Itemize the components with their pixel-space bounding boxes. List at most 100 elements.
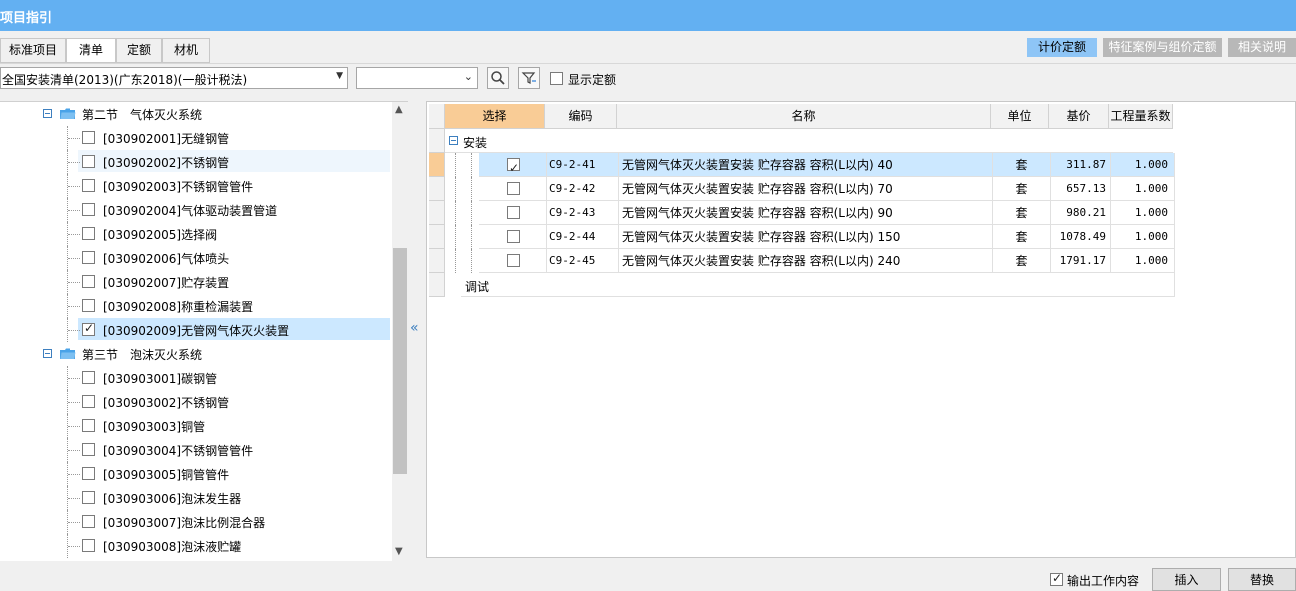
scrollbar-thumb[interactable] <box>393 248 407 474</box>
select-cell[interactable] <box>479 249 547 273</box>
replace-button[interactable]: 替换 <box>1228 568 1296 591</box>
tree-item-label: [030903004]不锈钢管管件 <box>103 444 254 458</box>
tree-item-checkbox[interactable] <box>82 515 95 528</box>
tree-line <box>68 450 80 451</box>
tab-standard-items[interactable]: 标准项目 <box>0 38 66 62</box>
col-header-coef[interactable]: 工程量系数 <box>1109 104 1173 129</box>
tree-item-label: [030902002]不锈钢管 <box>103 156 230 170</box>
output-work-checkbox[interactable] <box>1050 571 1063 586</box>
tree-item[interactable]: [030903005]铜管管件 <box>0 462 392 486</box>
tree-item[interactable]: [030903008]泡沫液贮罐 <box>0 534 392 558</box>
tree-item-checkbox[interactable] <box>82 467 95 480</box>
collapse-left-icon[interactable]: « <box>410 320 419 336</box>
tree-item[interactable]: [030902001]无缝钢管 <box>0 126 392 150</box>
tree-item-label: [030902008]称重检漏装置 <box>103 300 254 314</box>
col-header-select[interactable]: 选择 <box>445 104 545 129</box>
scroll-down-icon[interactable]: ▼ <box>395 546 403 557</box>
col-header-name[interactable]: 名称 <box>617 104 991 129</box>
tree-item-checkbox[interactable] <box>82 179 95 192</box>
tree-item-checkbox[interactable] <box>82 131 95 144</box>
show-quota-checkbox[interactable] <box>550 72 563 85</box>
filter-select[interactable]: ⌄ <box>356 67 478 89</box>
tree-item-checkbox[interactable] <box>82 251 95 264</box>
tree-item-checkbox[interactable] <box>82 491 95 504</box>
tree-item-checkbox[interactable] <box>82 443 95 456</box>
tree-item[interactable]: [030903002]不锈钢管 <box>0 390 392 414</box>
tab-quota[interactable]: 定额 <box>116 38 162 62</box>
tree-item-label: [030902007]贮存装置 <box>103 276 230 290</box>
price-cell: 980.21 <box>1051 201 1111 225</box>
collapse-icon[interactable] <box>43 349 52 358</box>
select-cell[interactable] <box>479 177 547 201</box>
tree-item[interactable]: [030903003]铜管 <box>0 414 392 438</box>
tree-item[interactable]: [030902004]气体驱动装置管道 <box>0 198 392 222</box>
tree-item[interactable]: [030903007]泡沫比例混合器 <box>0 510 392 534</box>
select-cell[interactable] <box>479 201 547 225</box>
tree-item-checkbox[interactable] <box>82 227 95 240</box>
tree-item[interactable]: [030902002]不锈钢管 <box>0 150 392 174</box>
scroll-up-icon[interactable]: ▲ <box>395 104 403 115</box>
tree-item[interactable]: [030902006]气体喷头 <box>0 246 392 270</box>
tree-item-label: [030903008]泡沫液贮罐 <box>103 540 242 554</box>
tree-line <box>68 162 80 163</box>
tree-item-checkbox[interactable] <box>82 395 95 408</box>
grid-row[interactable]: C9-2-44 无管网气体灭火装置安装 贮存容器 容积(L以内) 150 套 1078… <box>429 225 1175 249</box>
tree-item[interactable]: [030903004]不锈钢管管件 <box>0 438 392 462</box>
grid-row[interactable]: C9-2-42 无管网气体灭火装置安装 贮存容器 容积(L以内) 70 套 657.1… <box>429 177 1175 201</box>
tab-materials[interactable]: 材机 <box>162 38 210 62</box>
grid-row[interactable]: C9-2-43 无管网气体灭火装置安装 贮存容器 容积(L以内) 90 套 980.2… <box>429 201 1175 225</box>
tree-scrollbar[interactable]: ▲ ▼ <box>392 102 408 561</box>
grid-corner <box>429 104 445 129</box>
feature-case-button[interactable]: 特征案例与组价定额 <box>1103 38 1222 57</box>
tree-item-checkbox[interactable] <box>82 371 95 384</box>
tree-item-checkbox[interactable] <box>82 155 95 168</box>
grid-row[interactable]: C9-2-41无管网气体灭火装置安装 贮存容器 容积(L以内) 40套311.8… <box>429 153 1175 177</box>
col-header-price[interactable]: 基价 <box>1049 104 1109 129</box>
col-header-code[interactable]: 编码 <box>545 104 617 129</box>
search-button[interactable] <box>487 67 509 89</box>
filter-button[interactable] <box>518 67 540 89</box>
related-notes-button[interactable]: 相关说明 <box>1228 38 1296 57</box>
tab-bill[interactable]: 清单 <box>66 38 116 63</box>
tree-item[interactable]: [030902007]贮存装置 <box>0 270 392 294</box>
search-icon <box>491 71 505 85</box>
tree-line <box>68 522 80 523</box>
row-checkbox[interactable] <box>507 230 520 243</box>
collapse-icon[interactable] <box>43 109 52 118</box>
price-cell: 311.87 <box>1051 153 1111 177</box>
tree-item[interactable]: [030902008]称重检漏装置 <box>0 294 392 318</box>
tree-item-checkbox[interactable] <box>82 275 95 288</box>
grid-group-row[interactable]: 安装 <box>429 129 1173 153</box>
tree-item[interactable]: [030902003]不锈钢管管件 <box>0 174 392 198</box>
grid-group-row[interactable]: 调试 <box>429 273 1175 297</box>
row-checkbox[interactable] <box>507 156 520 176</box>
select-cell[interactable] <box>479 225 547 249</box>
tree-item[interactable]: [030902005]选择阀 <box>0 222 392 246</box>
tree-item-checkbox[interactable] <box>82 419 95 432</box>
tree-item[interactable]: [030903006]泡沫发生器 <box>0 486 392 510</box>
tree-item[interactable]: [030902009]无管网气体灭火装置 <box>0 318 392 342</box>
library-select[interactable]: 全国安装清单(2013)(广东2018)(一般计税法) ▼ <box>0 67 348 89</box>
select-cell[interactable] <box>479 153 547 177</box>
tree-line <box>68 378 80 379</box>
group-cell <box>461 273 1175 297</box>
insert-button[interactable]: 插入 <box>1152 568 1221 591</box>
quota-grid: 选择 编码 名称 单位 基价 工程量系数 安装C9-2-41无管网气体灭火装置安… <box>426 101 1296 558</box>
col-header-unit[interactable]: 单位 <box>991 104 1049 129</box>
pricing-quota-button[interactable]: 计价定额 <box>1027 38 1097 57</box>
tree-section[interactable]: 第三节 泡沫灭火系统 <box>0 342 392 366</box>
tree-item-checkbox[interactable] <box>82 203 95 216</box>
toolbar-divider <box>0 63 1296 64</box>
panel-splitter[interactable]: « <box>408 101 426 561</box>
tree-item-checkbox[interactable] <box>82 539 95 552</box>
grid-row[interactable]: C9-2-45 无管网气体灭火装置安装 贮存容器 容积(L以内) 240 套 1791… <box>429 249 1175 273</box>
unit-cell: 套 <box>993 249 1051 273</box>
grid-group-label: 调试 <box>465 280 490 294</box>
tree-item-checkbox[interactable] <box>82 321 95 336</box>
tree-section[interactable]: 第二节 气体灭火系统 <box>0 102 392 126</box>
tree-item[interactable]: [030903001]碳钢管 <box>0 366 392 390</box>
row-checkbox[interactable] <box>507 182 520 195</box>
row-checkbox[interactable] <box>507 254 520 267</box>
tree-item-checkbox[interactable] <box>82 299 95 312</box>
row-checkbox[interactable] <box>507 206 520 219</box>
